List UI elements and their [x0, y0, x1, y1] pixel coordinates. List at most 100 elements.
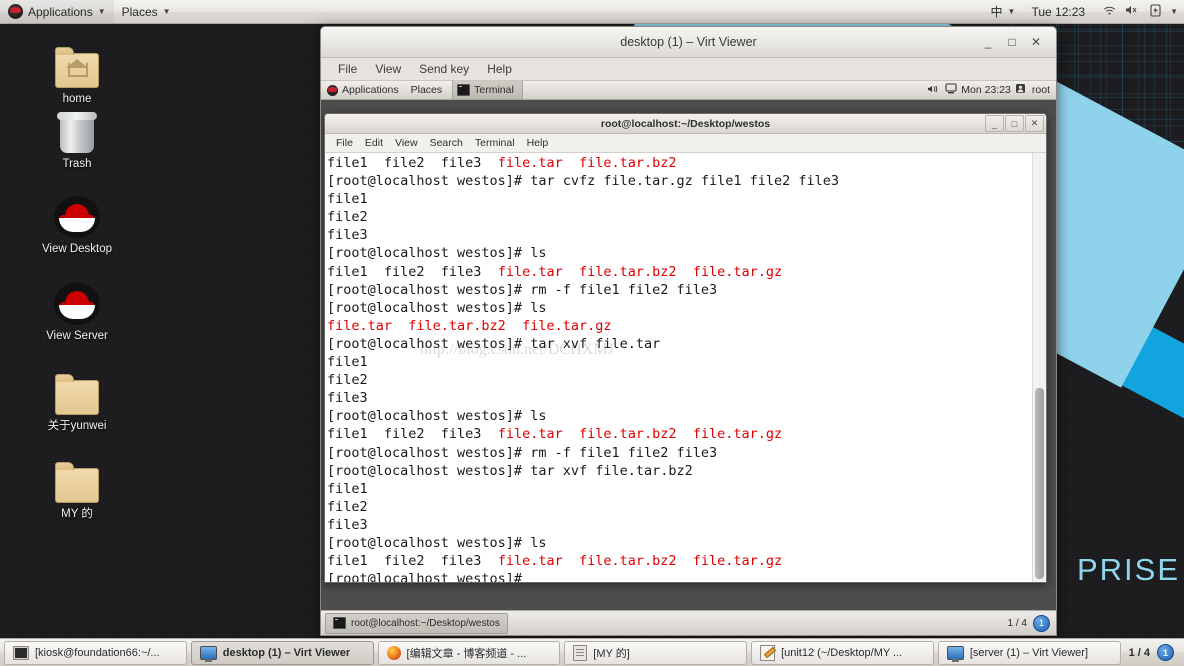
taskbar-button-firefox-blog[interactable]: [编辑文章 - 博客频道 - ... — [377, 640, 561, 665]
guest-bottom-taskbar: root@localhost:~/Desktop/westos 1 / 4 1 — [321, 610, 1056, 635]
taskbar-button-label: [MY 的] — [593, 647, 630, 660]
terminal-icon — [333, 617, 346, 629]
terminal-line: file3 — [327, 516, 1032, 534]
wifi-icon — [1101, 5, 1117, 19]
terminal-text: file3 — [327, 227, 368, 244]
menu-file[interactable]: File — [330, 134, 359, 152]
terminal-menubar: File Edit View Search Terminal Help — [325, 134, 1046, 153]
terminal-text: [root@localhost westos]# ls — [327, 299, 547, 316]
terminal-line: file1 file2 file3 file.tar file.tar.bz2 — [327, 154, 1032, 172]
guest-workspace-switcher[interactable]: 1 / 4 1 — [1008, 614, 1056, 632]
desktop-icon-label: 关于yunwei — [47, 420, 107, 432]
menu-view[interactable]: View — [389, 134, 424, 152]
host-workspace-switcher[interactable]: 1 / 4 1 — [1123, 644, 1182, 661]
folder-icon — [55, 455, 99, 503]
guest-applications-menu[interactable]: Applications — [321, 81, 405, 99]
host-places-menu[interactable]: Places ▼ — [114, 0, 179, 23]
menu-help[interactable]: Help — [478, 58, 521, 80]
minimize-button[interactable]: _ — [976, 31, 1000, 53]
desktop-icon-view-desktop[interactable]: View Desktop — [22, 190, 132, 256]
terminal-line: [root@localhost westos]# ls — [327, 299, 1032, 317]
guest-places-menu[interactable]: Places — [405, 81, 449, 99]
taskbar-button-desktop-virt-viewer[interactable]: desktop (1) – Virt Viewer — [190, 640, 374, 665]
chevron-down-icon: ▼ — [162, 7, 171, 16]
terminal-titlebar[interactable]: root@localhost:~/Desktop/westos _ □ ✕ — [325, 114, 1046, 134]
terminal-line: [root@localhost westos]# tar xvf file.ta… — [327, 335, 1032, 353]
menu-edit[interactable]: Edit — [359, 134, 389, 152]
monitor-icon — [199, 645, 217, 662]
menu-send-key[interactable]: Send key — [410, 58, 478, 80]
user-icon — [1013, 83, 1029, 97]
virt-viewer-titlebar[interactable]: desktop (1) – Virt Viewer _ □ ✕ — [321, 27, 1056, 58]
maximize-button[interactable]: □ — [1000, 31, 1024, 53]
terminal-text: file2 — [327, 372, 368, 389]
taskbar-button-label: [server (1) – Virt Viewer] — [969, 646, 1089, 659]
host-workspace-label: 1 / 4 — [1128, 646, 1150, 659]
terminal-archive-text: file.tar file.tar.bz2 file.tar.gz — [497, 263, 783, 280]
terminal-content-area[interactable]: file1 file2 file3 file.tar file.tar.bz2 [… — [325, 153, 1046, 582]
terminal-text: [root@localhost westos]# ls — [327, 534, 547, 551]
terminal-scrollbar[interactable] — [1032, 153, 1046, 582]
guest-desktop-body: root@localhost:~/Desktop/westos _ □ ✕ Fi… — [321, 100, 1056, 635]
terminal-line: file1 file2 file3 file.tar file.tar.bz2 … — [327, 552, 1032, 570]
guest-clock[interactable]: Mon 23:23 — [961, 84, 1011, 96]
terminal-text: file1 file2 file3 — [327, 263, 498, 280]
wallpaper-enterprise-text: PRISE — [1076, 552, 1180, 587]
monitor-icon — [946, 645, 964, 662]
menu-help[interactable]: Help — [521, 134, 555, 152]
terminal-line: file1 — [327, 353, 1032, 371]
guest-applications-label: Applications — [342, 84, 399, 96]
minimize-button[interactable]: _ — [985, 115, 1004, 132]
menu-search[interactable]: Search — [424, 134, 469, 152]
desktop-icon-label: MY 的 — [61, 508, 93, 520]
input-method-indicator[interactable]: 中 ▼ — [983, 0, 1024, 23]
terminal-output[interactable]: file1 file2 file3 file.tar file.tar.bz2 [… — [325, 153, 1032, 582]
terminal-archive-text: file.tar file.tar.bz2 — [497, 155, 677, 171]
redhat-icon — [54, 190, 100, 238]
host-applications-menu[interactable]: Applications ▼ — [0, 0, 114, 23]
desktop-icon-label: Trash — [62, 158, 92, 170]
desktop-icon-view-server[interactable]: View Server — [22, 277, 132, 343]
menu-file[interactable]: File — [329, 58, 366, 80]
guest-workspace-badge[interactable]: 1 — [1033, 614, 1050, 632]
network-icon[interactable] — [943, 83, 959, 97]
volume-muted-icon — [1124, 4, 1140, 19]
guest-taskbar-window-label: root@localhost:~/Desktop/westos — [351, 617, 500, 629]
guest-window-list-terminal[interactable]: Terminal — [452, 81, 523, 99]
terminal-text: [root@localhost westos]# rm -f file1 fil… — [327, 444, 718, 461]
menu-terminal[interactable]: Terminal — [469, 134, 521, 152]
guest-taskbar-window-button[interactable]: root@localhost:~/Desktop/westos — [325, 612, 508, 634]
close-button[interactable]: ✕ — [1024, 31, 1048, 53]
taskbar-button-server-virt-viewer[interactable]: [server (1) – Virt Viewer] — [937, 640, 1121, 665]
taskbar-button-label: desktop (1) – Virt Viewer — [222, 646, 351, 659]
desktop-icon-home[interactable]: home — [22, 40, 132, 106]
taskbar-button-my-de[interactable]: [MY 的] — [564, 640, 748, 665]
close-button[interactable]: ✕ — [1025, 115, 1044, 132]
terminal-archive-text: file.tar file.tar.bz2 file.tar.gz — [497, 426, 783, 443]
taskbar-button-unit12[interactable]: [unit12 (~/Desktop/MY ... — [751, 640, 934, 665]
terminal-line: file3 — [327, 389, 1032, 407]
host-clock[interactable]: Tue 12:23 — [1023, 0, 1093, 23]
taskbar-button-label: [kiosk@foundation66:~/... — [35, 646, 160, 659]
host-status-icons[interactable]: ▼ — [1093, 0, 1184, 23]
virt-viewer-window: desktop (1) – Virt Viewer _ □ ✕ File Vie… — [320, 26, 1057, 636]
terminal-text: file2 — [327, 209, 368, 226]
terminal-text: file2 — [327, 498, 368, 515]
maximize-button[interactable]: □ — [1005, 115, 1024, 132]
terminal-archive-text: file.tar file.tar.bz2 file.tar.gz — [327, 317, 612, 334]
virt-viewer-menubar: File View Send key Help — [321, 58, 1056, 81]
terminal-scrollbar-thumb[interactable] — [1035, 388, 1044, 579]
trash-icon — [57, 105, 97, 153]
desktop-icon-guanyu-yunwei[interactable]: 关于yunwei — [22, 367, 132, 433]
host-workspace-badge[interactable]: 1 — [1157, 644, 1174, 661]
guest-user-menu[interactable]: root — [1013, 83, 1050, 97]
menu-view[interactable]: View — [366, 58, 410, 80]
taskbar-button-kiosk-terminal[interactable]: [kiosk@foundation66:~/... — [4, 640, 187, 665]
desktop-icon-trash[interactable]: Trash — [22, 105, 132, 171]
terminal-line: file1 file2 file3 file.tar file.tar.bz2 … — [327, 263, 1032, 281]
terminal-line: [root@localhost westos]# tar xvf file.ta… — [327, 462, 1032, 480]
text-editor-icon — [760, 644, 776, 661]
desktop-icon-my-de[interactable]: MY 的 — [22, 455, 132, 521]
volume-icon[interactable] — [925, 83, 941, 97]
terminal-line: [root@localhost westos]# ls — [327, 244, 1032, 262]
